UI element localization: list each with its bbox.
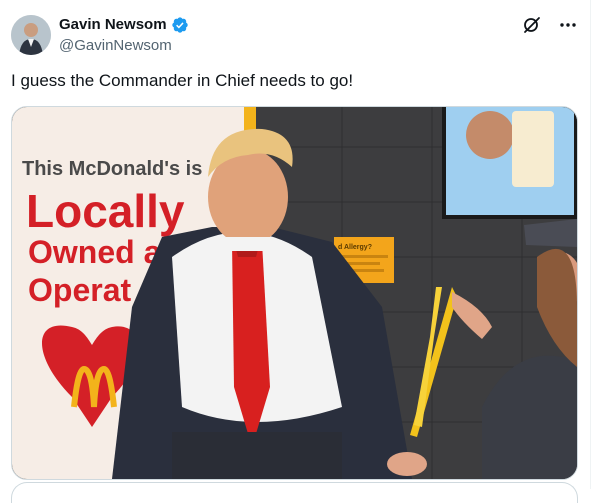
tweet[interactable]: Gavin Newsom @GavinNewsom I guess the Co… (0, 0, 607, 503)
scrollbar-track[interactable] (590, 0, 607, 489)
avatar-image (11, 15, 51, 55)
quoted-card-edge[interactable] (11, 482, 578, 503)
menu-screen (442, 107, 577, 219)
author-avatar[interactable] (11, 15, 51, 55)
verified-badge-icon (171, 16, 189, 34)
sign-line-4: Operat (28, 272, 131, 308)
more-options-icon[interactable] (557, 14, 579, 36)
sign-line-1: This McDonald's is (22, 158, 202, 180)
sign-line-3: Owned a (28, 234, 162, 270)
tweet-media-video[interactable]: This McDonald's is Locally Owned a Opera… (11, 106, 578, 480)
tweet-text: I guess the Commander in Chief needs to … (11, 71, 354, 90)
sign-line-2: Locally (26, 185, 185, 237)
author-display-name[interactable]: Gavin Newsom (59, 15, 167, 35)
svg-text:d Allergy?: d Allergy? (338, 244, 372, 251)
grok-icon[interactable] (521, 14, 543, 36)
author-handle[interactable]: @GavinNewsom (59, 36, 172, 56)
